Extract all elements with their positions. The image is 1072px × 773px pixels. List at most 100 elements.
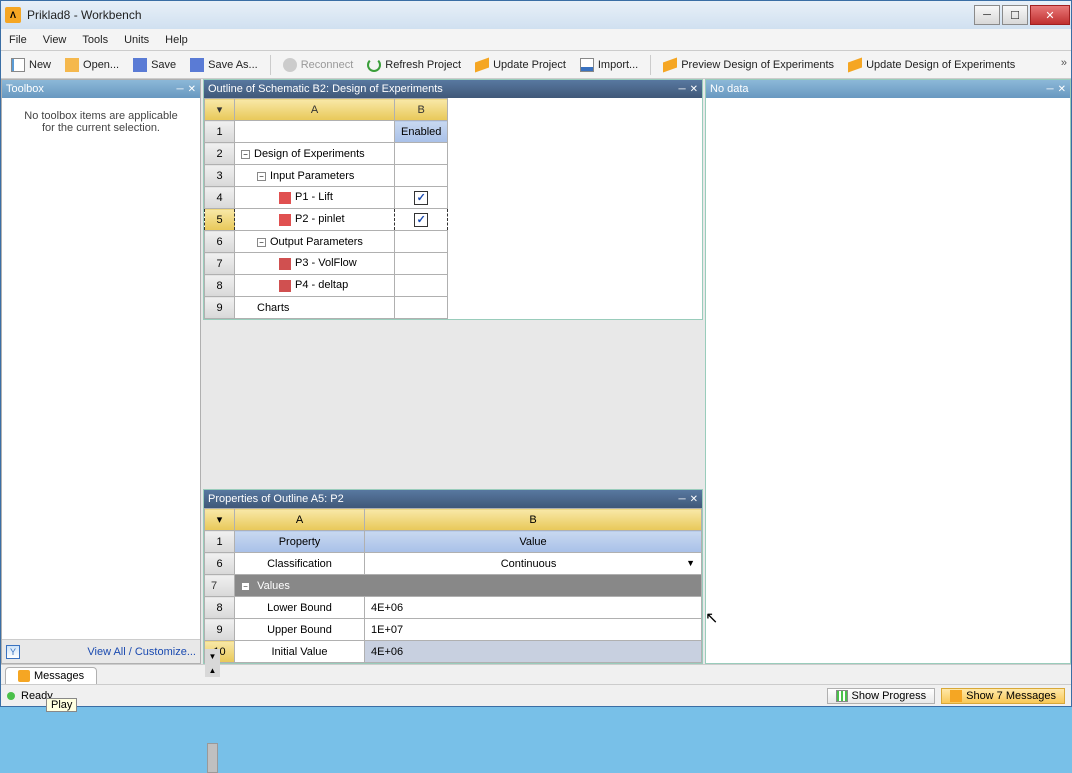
nodata-close-icon[interactable]: ✕ [1058, 84, 1066, 95]
save-button[interactable]: Save [127, 56, 182, 74]
properties-close-icon[interactable]: ✕ [690, 494, 698, 505]
outline-title: Outline of Schematic B2: Design of Exper… [208, 83, 443, 95]
outline-close-icon[interactable]: ✕ [690, 84, 698, 95]
properties-panel: Properties of Outline A5: P2 ─ ✕ ▾ A B 1 [203, 489, 703, 664]
saveas-button[interactable]: Save As... [184, 56, 264, 74]
window-title: Priklad8 - Workbench [27, 8, 142, 22]
collapse-icon[interactable]: − [241, 582, 250, 591]
scroll-up-icon[interactable]: ▲ [205, 663, 220, 677]
update-doe-button[interactable]: Update Design of Experiments [842, 57, 1021, 73]
outline-header: Outline of Schematic B2: Design of Exper… [204, 80, 702, 98]
messages-icon [18, 670, 30, 682]
checkbox-checked-icon[interactable]: ✓ [414, 213, 428, 227]
update-button[interactable]: Update Project [469, 57, 572, 73]
nodata-header: No data ─ ✕ [706, 80, 1070, 98]
toolbox-footer: Y View All / Customize... [2, 639, 200, 663]
menu-units[interactable]: Units [124, 34, 149, 46]
saveas-icon [190, 58, 204, 72]
col-b-header[interactable]: B [395, 99, 448, 121]
nodata-panel: No data ─ ✕ [705, 79, 1071, 664]
reconnect-icon [283, 58, 297, 72]
toolbar-overflow-icon[interactable]: » [1061, 57, 1067, 69]
enabled-header[interactable]: Enabled [395, 121, 448, 143]
menu-file[interactable]: File [9, 34, 27, 46]
input-param-icon [279, 192, 291, 204]
corner-cell[interactable]: ▾ [205, 99, 235, 121]
open-icon [65, 58, 79, 72]
menu-help[interactable]: Help [165, 34, 188, 46]
maximize-button[interactable]: ☐ [1002, 5, 1028, 25]
menubar: File View Tools Units Help [1, 29, 1071, 51]
titlebar: Λ Priklad8 - Workbench ─ ☐ ✕ [1, 1, 1071, 29]
warning-icon [950, 690, 962, 702]
toolbox-close-icon[interactable]: ✕ [188, 84, 196, 95]
toolbox-empty-text2: for the current selection. [8, 122, 194, 134]
outline-table[interactable]: ▾ A B 1 Enabled 2 −Design of Experiments [204, 98, 448, 319]
col-a-header[interactable]: A [235, 99, 395, 121]
show-progress-button[interactable]: Show Progress [827, 688, 936, 704]
new-button[interactable]: New [5, 56, 57, 74]
collapse-icon[interactable]: − [257, 172, 266, 181]
dropdown-arrow-icon[interactable]: ▼ [686, 558, 695, 568]
new-icon [11, 58, 25, 72]
scroll-down-icon[interactable]: ▼ [205, 649, 220, 663]
status-dot-icon [7, 692, 15, 700]
scroll-thumb[interactable] [207, 743, 218, 773]
col-b-header[interactable]: B [365, 509, 702, 531]
menu-tools[interactable]: Tools [82, 34, 108, 46]
toolbox-header: Toolbox ─ ✕ [2, 80, 200, 98]
import-button[interactable]: Import... [574, 56, 644, 74]
app-window: Λ Priklad8 - Workbench ─ ☐ ✕ File View T… [0, 0, 1072, 707]
table-row-selected[interactable]: 5 P2 - pinlet ✓ [205, 209, 448, 231]
table-row[interactable]: 2 −Design of Experiments [205, 143, 448, 165]
show-messages-button[interactable]: Show 7 Messages [941, 688, 1065, 704]
input-param-icon [279, 214, 291, 226]
table-row-selected[interactable]: 10 Initial Value 4E+06 [205, 641, 702, 663]
table-row[interactable]: 3 −Input Parameters [205, 165, 448, 187]
properties-minimize-icon[interactable]: ─ [679, 494, 686, 505]
close-button[interactable]: ✕ [1030, 5, 1070, 25]
output-param-icon [279, 258, 291, 270]
collapse-icon[interactable]: − [257, 238, 266, 247]
nodata-minimize-icon[interactable]: ─ [1047, 84, 1054, 95]
properties-table[interactable]: ▾ A B 1 Property Value 6 Classification [204, 508, 702, 663]
table-row[interactable]: 7 P3 - VolFlow [205, 253, 448, 275]
corner-cell[interactable]: ▾ [205, 509, 235, 531]
collapse-icon[interactable]: − [241, 150, 250, 159]
table-row[interactable]: 6 −Output Parameters [205, 231, 448, 253]
table-row[interactable]: 8 Lower Bound 4E+06 [205, 597, 702, 619]
statusbar: Ready Show Progress Show 7 Messages [1, 684, 1071, 706]
messages-tab[interactable]: Messages [5, 667, 97, 684]
toolbox-panel: Toolbox ─ ✕ No toolbox items are applica… [1, 79, 201, 664]
tooltip: Play [46, 698, 77, 712]
properties-title: Properties of Outline A5: P2 [208, 493, 344, 505]
progress-icon [836, 690, 848, 702]
preview-doe-button[interactable]: Preview Design of Experiments [657, 57, 840, 73]
messages-bar: Messages [1, 664, 1071, 684]
view-all-link[interactable]: View All / Customize... [87, 646, 196, 658]
import-icon [580, 58, 594, 72]
table-row[interactable]: 9 Upper Bound 1E+07 [205, 619, 702, 641]
checkbox-checked-icon[interactable]: ✓ [414, 191, 428, 205]
open-button[interactable]: Open... [59, 56, 125, 74]
outline-panel: Outline of Schematic B2: Design of Exper… [203, 79, 703, 320]
table-row[interactable]: 8 P4 - deltap [205, 275, 448, 297]
toolbox-minimize-icon[interactable]: ─ [177, 84, 184, 95]
toolbar: New Open... Save Save As... Reconnect Re… [1, 51, 1071, 79]
filter-icon[interactable]: Y [6, 645, 20, 659]
outline-minimize-icon[interactable]: ─ [679, 84, 686, 95]
minimize-button[interactable]: ─ [974, 5, 1000, 25]
table-row[interactable]: 1 Enabled [205, 121, 448, 143]
table-row[interactable]: 6 Classification Continuous▼ [205, 553, 702, 575]
refresh-button[interactable]: Refresh Project [361, 56, 467, 74]
col-a-header[interactable]: A [235, 509, 365, 531]
table-row[interactable]: 9 Charts [205, 297, 448, 319]
table-row[interactable]: 4 P1 - Lift ✓ [205, 187, 448, 209]
workspace: Toolbox ─ ✕ No toolbox items are applica… [1, 79, 1071, 664]
table-row[interactable]: 1 Property Value [205, 531, 702, 553]
properties-header: Properties of Outline A5: P2 ─ ✕ [204, 490, 702, 508]
menu-view[interactable]: View [43, 34, 67, 46]
table-row-group[interactable]: 7 − Values [205, 575, 702, 597]
toolbox-title: Toolbox [6, 83, 44, 95]
reconnect-button[interactable]: Reconnect [277, 56, 360, 74]
